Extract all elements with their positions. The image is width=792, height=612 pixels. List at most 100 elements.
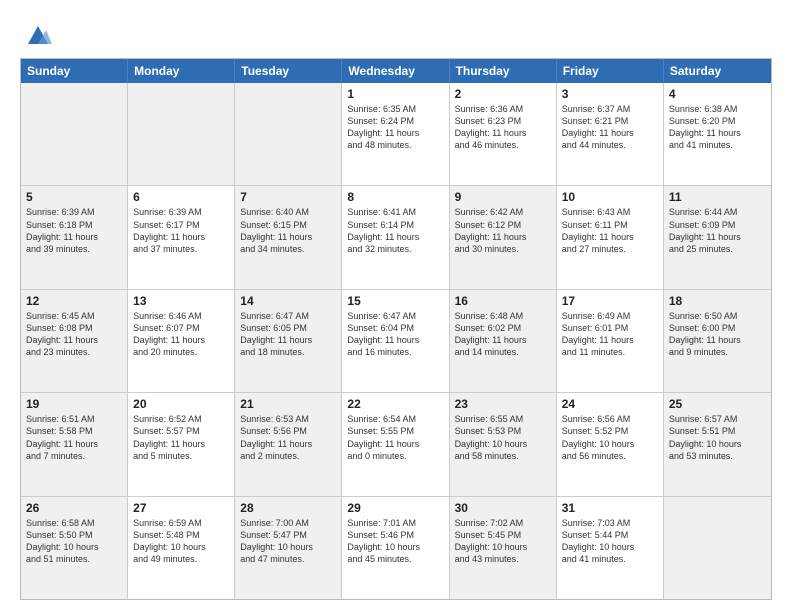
day-number: 15 [347,294,443,308]
calendar-row: 1 Sunrise: 6:35 AM Sunset: 6:24 PM Daylig… [21,83,771,185]
calendar-row: 5 Sunrise: 6:39 AM Sunset: 6:18 PM Daylig… [21,185,771,288]
day-number: 16 [455,294,551,308]
day-number: 20 [133,397,229,411]
calendar-cell: 13 Sunrise: 6:46 AM Sunset: 6:07 PM Dayli… [128,290,235,392]
calendar-cell [21,83,128,185]
calendar-cell: 18 Sunrise: 6:50 AM Sunset: 6:00 PM Dayli… [664,290,771,392]
day-number: 13 [133,294,229,308]
cell-info: Sunrise: 6:50 AM Sunset: 6:00 PM Dayligh… [669,310,766,359]
day-number: 24 [562,397,658,411]
cell-info: Sunrise: 6:47 AM Sunset: 6:04 PM Dayligh… [347,310,443,359]
calendar-cell: 11 Sunrise: 6:44 AM Sunset: 6:09 PM Dayli… [664,186,771,288]
cell-info: Sunrise: 6:54 AM Sunset: 5:55 PM Dayligh… [347,413,443,462]
day-number: 8 [347,190,443,204]
calendar-header-day: Thursday [450,59,557,83]
cell-info: Sunrise: 6:39 AM Sunset: 6:17 PM Dayligh… [133,206,229,255]
calendar-cell: 3 Sunrise: 6:37 AM Sunset: 6:21 PM Daylig… [557,83,664,185]
calendar-cell: 25Sunrise: 6:57 AM Sunset: 5:51 PM Dayli… [664,393,771,495]
cell-info: Sunrise: 6:52 AM Sunset: 5:57 PM Dayligh… [133,413,229,462]
page: SundayMondayTuesdayWednesdayThursdayFrid… [0,0,792,612]
calendar-row: 19 Sunrise: 6:51 AM Sunset: 5:58 PM Dayli… [21,392,771,495]
calendar-header-day: Friday [557,59,664,83]
calendar-cell: 31 Sunrise: 7:03 AM Sunset: 5:44 PM Dayli… [557,497,664,599]
calendar-cell: 12 Sunrise: 6:45 AM Sunset: 6:08 PM Dayli… [21,290,128,392]
calendar-cell: 27Sunrise: 6:59 AM Sunset: 5:48 PM Dayli… [128,497,235,599]
cell-info: Sunrise: 6:40 AM Sunset: 6:15 PM Dayligh… [240,206,336,255]
day-number: 28 [240,501,336,515]
calendar-cell: 7 Sunrise: 6:40 AM Sunset: 6:15 PM Daylig… [235,186,342,288]
day-number: 25 [669,397,766,411]
cell-info: Sunrise: 6:36 AM Sunset: 6:23 PM Dayligh… [455,103,551,152]
cell-info: Sunrise: 6:42 AM Sunset: 6:12 PM Dayligh… [455,206,551,255]
cell-info: Sunrise: 6:37 AM Sunset: 6:21 PM Dayligh… [562,103,658,152]
calendar-cell: 21Sunrise: 6:53 AM Sunset: 5:56 PM Dayli… [235,393,342,495]
day-number: 12 [26,294,122,308]
calendar-row: 26 Sunrise: 6:58 AM Sunset: 5:50 PM Dayli… [21,496,771,599]
calendar-cell [128,83,235,185]
day-number: 22 [347,397,443,411]
calendar-cell: 5 Sunrise: 6:39 AM Sunset: 6:18 PM Daylig… [21,186,128,288]
logo [20,18,52,48]
day-number: 2 [455,87,551,101]
day-number: 23 [455,397,551,411]
cell-info: Sunrise: 6:43 AM Sunset: 6:11 PM Dayligh… [562,206,658,255]
calendar-header-day: Wednesday [342,59,449,83]
calendar-body: 1 Sunrise: 6:35 AM Sunset: 6:24 PM Daylig… [21,83,771,599]
calendar-cell: 22 Sunrise: 6:54 AM Sunset: 5:55 PM Dayli… [342,393,449,495]
day-number: 1 [347,87,443,101]
cell-info: Sunrise: 7:02 AM Sunset: 5:45 PM Dayligh… [455,517,551,566]
day-number: 30 [455,501,551,515]
day-number: 3 [562,87,658,101]
calendar-cell: 10 Sunrise: 6:43 AM Sunset: 6:11 PM Dayli… [557,186,664,288]
calendar-cell: 24 Sunrise: 6:56 AM Sunset: 5:52 PM Dayli… [557,393,664,495]
calendar: SundayMondayTuesdayWednesdayThursdayFrid… [20,58,772,600]
calendar-cell: 20 Sunrise: 6:52 AM Sunset: 5:57 PM Dayli… [128,393,235,495]
day-number: 7 [240,190,336,204]
calendar-header-day: Saturday [664,59,771,83]
calendar-cell [664,497,771,599]
cell-info: Sunrise: 6:46 AM Sunset: 6:07 PM Dayligh… [133,310,229,359]
cell-info: Sunrise: 6:41 AM Sunset: 6:14 PM Dayligh… [347,206,443,255]
day-number: 31 [562,501,658,515]
calendar-row: 12 Sunrise: 6:45 AM Sunset: 6:08 PM Dayli… [21,289,771,392]
calendar-cell: 30 Sunrise: 7:02 AM Sunset: 5:45 PM Dayli… [450,497,557,599]
cell-info: Sunrise: 7:00 AM Sunset: 5:47 PM Dayligh… [240,517,336,566]
cell-info: Sunrise: 6:51 AM Sunset: 5:58 PM Dayligh… [26,413,122,462]
calendar-cell: 23 Sunrise: 6:55 AM Sunset: 5:53 PM Dayli… [450,393,557,495]
cell-info: Sunrise: 6:35 AM Sunset: 6:24 PM Dayligh… [347,103,443,152]
cell-info: Sunrise: 7:01 AM Sunset: 5:46 PM Dayligh… [347,517,443,566]
cell-info: Sunrise: 6:44 AM Sunset: 6:09 PM Dayligh… [669,206,766,255]
calendar-cell: 8 Sunrise: 6:41 AM Sunset: 6:14 PM Daylig… [342,186,449,288]
cell-info: Sunrise: 6:45 AM Sunset: 6:08 PM Dayligh… [26,310,122,359]
cell-info: Sunrise: 6:56 AM Sunset: 5:52 PM Dayligh… [562,413,658,462]
day-number: 11 [669,190,766,204]
day-number: 19 [26,397,122,411]
cell-info: Sunrise: 6:49 AM Sunset: 6:01 PM Dayligh… [562,310,658,359]
day-number: 18 [669,294,766,308]
day-number: 10 [562,190,658,204]
day-number: 26 [26,501,122,515]
cell-info: Sunrise: 6:47 AM Sunset: 6:05 PM Dayligh… [240,310,336,359]
calendar-header: SundayMondayTuesdayWednesdayThursdayFrid… [21,59,771,83]
calendar-header-day: Tuesday [235,59,342,83]
day-number: 27 [133,501,229,515]
cell-info: Sunrise: 6:48 AM Sunset: 6:02 PM Dayligh… [455,310,551,359]
calendar-cell: 16 Sunrise: 6:48 AM Sunset: 6:02 PM Dayli… [450,290,557,392]
calendar-cell: 17Sunrise: 6:49 AM Sunset: 6:01 PM Dayli… [557,290,664,392]
calendar-cell [235,83,342,185]
calendar-cell: 28 Sunrise: 7:00 AM Sunset: 5:47 PM Dayli… [235,497,342,599]
day-number: 29 [347,501,443,515]
cell-info: Sunrise: 6:39 AM Sunset: 6:18 PM Dayligh… [26,206,122,255]
cell-info: Sunrise: 6:58 AM Sunset: 5:50 PM Dayligh… [26,517,122,566]
cell-info: Sunrise: 7:03 AM Sunset: 5:44 PM Dayligh… [562,517,658,566]
calendar-cell: 29 Sunrise: 7:01 AM Sunset: 5:46 PM Dayli… [342,497,449,599]
day-number: 5 [26,190,122,204]
calendar-cell: 6Sunrise: 6:39 AM Sunset: 6:17 PM Daylig… [128,186,235,288]
calendar-header-day: Monday [128,59,235,83]
cell-info: Sunrise: 6:55 AM Sunset: 5:53 PM Dayligh… [455,413,551,462]
calendar-cell: 15 Sunrise: 6:47 AM Sunset: 6:04 PM Dayli… [342,290,449,392]
header [20,18,772,48]
calendar-header-day: Sunday [21,59,128,83]
calendar-cell: 9Sunrise: 6:42 AM Sunset: 6:12 PM Daylig… [450,186,557,288]
calendar-cell: 1 Sunrise: 6:35 AM Sunset: 6:24 PM Daylig… [342,83,449,185]
